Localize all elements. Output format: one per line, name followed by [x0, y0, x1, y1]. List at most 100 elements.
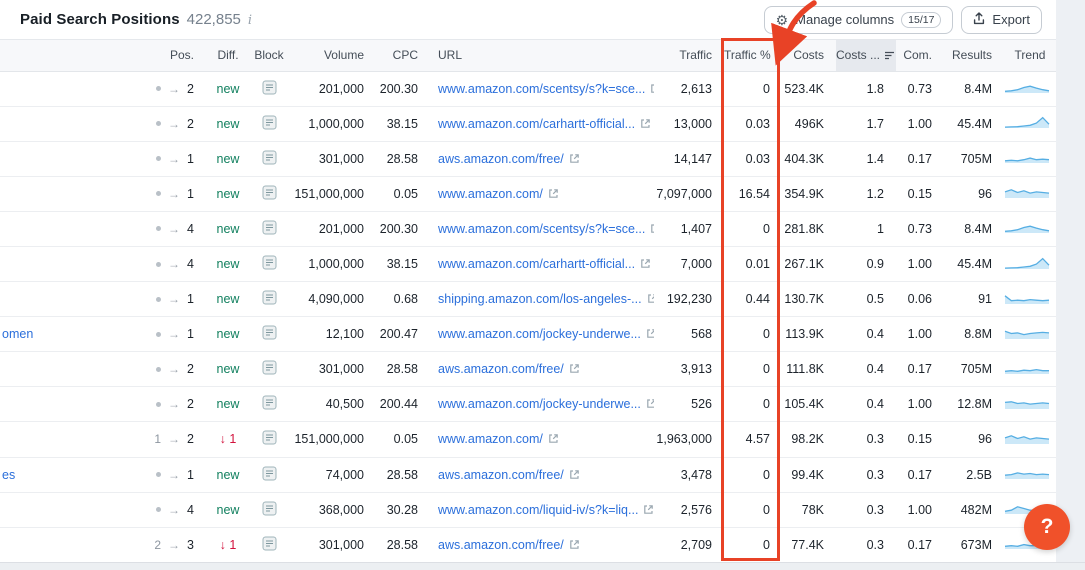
col-header-com[interactable]: Com. — [896, 40, 944, 71]
position-dot-icon — [156, 507, 161, 512]
external-link-icon[interactable] — [635, 117, 651, 131]
col-header-costs-sorted[interactable]: Costs ... — [836, 40, 896, 71]
keyword-cell[interactable] — [0, 282, 148, 317]
position-cell: →1 — [148, 457, 206, 492]
results-cell: 45.4M — [944, 106, 1004, 141]
keyword-cell[interactable] — [0, 141, 148, 176]
block-icon[interactable] — [250, 317, 288, 352]
keyword-cell[interactable] — [0, 492, 148, 527]
position-cell: →2 — [148, 352, 206, 387]
keyword-cell[interactable]: omen — [0, 317, 148, 352]
external-link-icon[interactable] — [645, 222, 654, 236]
keyword-cell[interactable] — [0, 106, 148, 141]
diff-cell: new — [206, 352, 250, 387]
traffic-cell: 1,963,000 — [654, 422, 724, 457]
keyword-cell[interactable] — [0, 246, 148, 281]
volume-cell: 301,000 — [288, 352, 376, 387]
block-icon[interactable] — [250, 352, 288, 387]
block-icon[interactable] — [250, 71, 288, 106]
results-cell: 96 — [944, 422, 1004, 457]
costs-pct-cell: 0.5 — [836, 282, 896, 317]
block-icon[interactable] — [250, 492, 288, 527]
cpc-cell: 38.15 — [376, 246, 430, 281]
external-link-icon[interactable] — [642, 292, 654, 306]
col-header-volume[interactable]: Volume — [288, 40, 376, 71]
keyword-cell[interactable] — [0, 71, 148, 106]
external-link-icon[interactable] — [641, 327, 654, 341]
col-header-results[interactable]: Results — [944, 40, 1004, 71]
keyword-cell[interactable]: es — [0, 457, 148, 492]
col-header-diff[interactable]: Diff. — [206, 40, 250, 71]
block-icon[interactable] — [250, 211, 288, 246]
external-link-icon[interactable] — [564, 538, 580, 552]
traffic-pct-cell: 16.54 — [724, 176, 782, 211]
traffic-pct-cell: 0 — [724, 527, 782, 562]
col-header-traffic[interactable]: Traffic — [654, 40, 724, 71]
right-arrow-icon: → — [168, 468, 180, 482]
url-link[interactable]: aws.amazon.com/free/ — [438, 538, 564, 552]
keyword-cell[interactable] — [0, 352, 148, 387]
url-cell: www.amazon.com/jockey-underwe... — [430, 387, 654, 422]
volume-cell: 301,000 — [288, 141, 376, 176]
keyword-cell[interactable] — [0, 176, 148, 211]
keyword-cell[interactable] — [0, 387, 148, 422]
url-link[interactable]: www.amazon.com/ — [438, 432, 543, 446]
url-link[interactable]: aws.amazon.com/free/ — [438, 468, 564, 482]
external-link-icon[interactable] — [638, 503, 654, 517]
url-link[interactable]: www.amazon.com/jockey-underwe... — [438, 397, 641, 411]
url-link[interactable]: aws.amazon.com/free/ — [438, 362, 564, 376]
external-link-icon[interactable] — [635, 257, 651, 271]
col-header-block[interactable]: Block — [250, 40, 288, 71]
url-link[interactable]: shipping.amazon.com/los-angeles-... — [438, 292, 642, 306]
block-icon[interactable] — [250, 282, 288, 317]
url-link[interactable]: www.amazon.com/jockey-underwe... — [438, 327, 641, 341]
right-arrow-icon: → — [168, 222, 180, 236]
position-to: 1 — [187, 327, 194, 341]
manage-columns-button[interactable]: ⚙ Manage columns 15/17 — [764, 6, 954, 34]
keyword-cell[interactable] — [0, 527, 148, 562]
col-header-url[interactable]: URL — [430, 40, 654, 71]
url-link[interactable]: www.amazon.com/scentsy/s?k=sce... — [438, 222, 645, 236]
costs-cell: 98.2K — [782, 422, 836, 457]
block-icon[interactable] — [250, 106, 288, 141]
block-icon[interactable] — [250, 457, 288, 492]
block-icon[interactable] — [250, 141, 288, 176]
url-link[interactable]: www.amazon.com/scentsy/s?k=sce... — [438, 82, 645, 96]
traffic-pct-cell: 0 — [724, 211, 782, 246]
external-link-icon[interactable] — [641, 397, 654, 411]
external-link-icon[interactable] — [564, 468, 580, 482]
info-icon[interactable]: i — [248, 13, 252, 28]
keyword-cell[interactable] — [0, 422, 148, 457]
position-to: 3 — [187, 538, 194, 552]
block-icon[interactable] — [250, 246, 288, 281]
col-header-costs[interactable]: Costs — [782, 40, 836, 71]
external-link-icon[interactable] — [645, 82, 654, 96]
external-link-icon[interactable] — [543, 432, 559, 446]
block-icon[interactable] — [250, 387, 288, 422]
url-link[interactable]: www.amazon.com/carhartt-official... — [438, 117, 635, 131]
block-icon[interactable] — [250, 422, 288, 457]
costs-pct-cell: 0.4 — [836, 352, 896, 387]
export-button[interactable]: Export — [961, 6, 1042, 34]
horizontal-scrollbar[interactable] — [0, 562, 1085, 570]
keyword-cell[interactable] — [0, 211, 148, 246]
url-link[interactable]: www.amazon.com/carhartt-official... — [438, 257, 635, 271]
help-button[interactable]: ? — [1024, 504, 1070, 550]
external-link-icon[interactable] — [564, 362, 580, 376]
block-icon[interactable] — [250, 176, 288, 211]
volume-cell: 1,000,000 — [288, 246, 376, 281]
col-header-cpc[interactable]: CPC — [376, 40, 430, 71]
url-link[interactable]: aws.amazon.com/free/ — [438, 152, 564, 166]
external-link-icon[interactable] — [543, 187, 559, 201]
url-link[interactable]: www.amazon.com/ — [438, 187, 543, 201]
position-from: 2 — [151, 538, 161, 552]
block-icon[interactable] — [250, 527, 288, 562]
external-link-icon[interactable] — [564, 152, 580, 166]
table-row: →2new301,00028.58aws.amazon.com/free/3,9… — [0, 352, 1056, 387]
url-cell: www.amazon.com/scentsy/s?k=sce... — [430, 71, 654, 106]
col-header-pos[interactable]: Pos. — [148, 40, 206, 71]
trend-sparkline — [1004, 457, 1056, 492]
diff-cell: new — [206, 387, 250, 422]
col-header-traffic-pct[interactable]: Traffic % — [724, 40, 782, 71]
url-link[interactable]: www.amazon.com/liquid-iv/s?k=liq... — [438, 503, 638, 517]
